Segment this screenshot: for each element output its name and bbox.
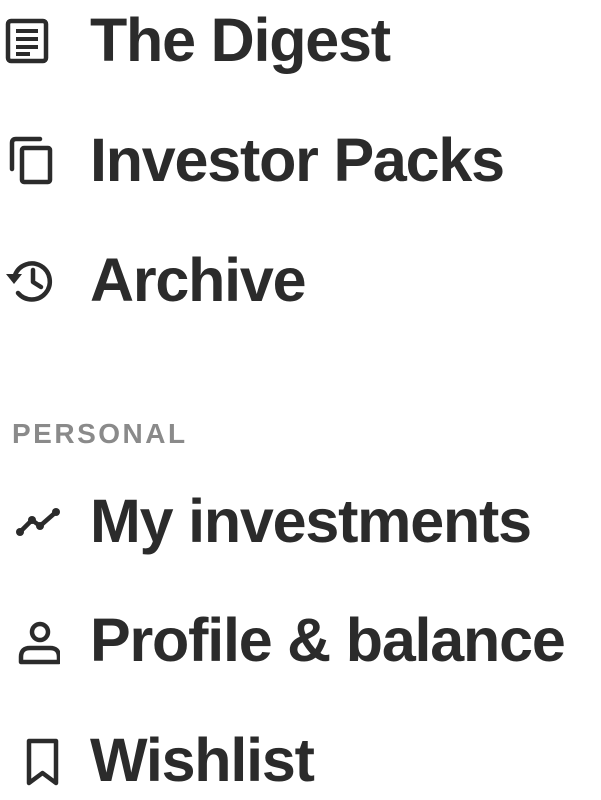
trend-line-icon [2, 492, 60, 550]
section-heading-personal: PERSONAL [12, 418, 188, 449]
nav-item-profile-balance[interactable]: Profile & balance [0, 600, 601, 680]
nav-item-wishlist[interactable]: Wishlist [0, 720, 601, 800]
nav-item-label: My investments [90, 487, 532, 555]
nav-item-label: Archive [90, 246, 307, 314]
nav-item-label: Profile & balance [90, 606, 566, 674]
copy-icon [2, 131, 60, 189]
nav-item-label: Wishlist [90, 726, 315, 794]
nav-item-archive[interactable]: Archive [0, 240, 601, 320]
bookmark-icon [2, 731, 60, 789]
nav-item-label: The Digest [90, 6, 391, 74]
article-icon [2, 11, 60, 69]
nav-item-investor-packs[interactable]: Investor Packs [0, 120, 601, 200]
user-icon [2, 611, 60, 669]
nav-item-label: Investor Packs [90, 126, 505, 194]
history-icon [2, 251, 60, 309]
sidebar-nav: The Digest Investor Packs Archive PERSON… [0, 0, 601, 794]
nav-item-my-investments[interactable]: My investments [0, 481, 601, 561]
nav-item-the-digest[interactable]: The Digest [0, 0, 601, 80]
